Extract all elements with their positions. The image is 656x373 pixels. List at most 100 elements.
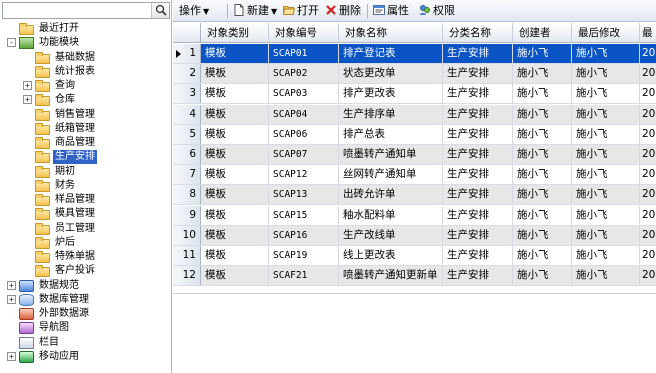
tree-item[interactable]: 外部数据源 bbox=[0, 307, 171, 321]
tree-item[interactable]: + 数据库管理 bbox=[0, 293, 171, 307]
expand-icon[interactable]: + bbox=[23, 81, 32, 90]
table-row[interactable]: 5 模板 SCAP06 排产总表 生产安排 施小飞 施小飞 20 bbox=[173, 124, 656, 145]
table-row[interactable]: 4 模板 SCAP04 生产排序单 生产安排 施小飞 施小飞 20 bbox=[173, 104, 656, 125]
table-row[interactable]: 1 模板 SCAP01 排产登记表 生产安排 施小飞 施小飞 20 bbox=[173, 44, 656, 64]
tree-item[interactable]: 财务 bbox=[0, 179, 171, 193]
grid-header: 对象类别 对象编号 对象名称 分类名称 创建者 最后修改 最 bbox=[173, 23, 656, 43]
expand-icon[interactable]: + bbox=[7, 294, 16, 304]
table-row[interactable]: 7 模板 SCAP12 丝网转产通知单 生产安排 施小飞 施小飞 20 bbox=[173, 165, 656, 186]
cell-creator: 施小飞 bbox=[513, 145, 572, 164]
cell-name: 排产更改表 bbox=[339, 84, 443, 104]
cell-code: SCAF21 bbox=[269, 266, 339, 286]
folder-icon bbox=[19, 23, 34, 35]
cell-type: 模板 bbox=[201, 225, 269, 245]
tree-item[interactable]: 样品管理 bbox=[0, 193, 171, 207]
tree-item[interactable]: - 功能模块 bbox=[0, 36, 171, 50]
cell-creator: 施小飞 bbox=[513, 165, 572, 185]
delete-icon bbox=[326, 5, 336, 15]
cell-modifier: 施小飞 bbox=[572, 64, 640, 84]
column-header-extra[interactable]: 最 bbox=[640, 23, 656, 43]
cell-name: 喷墨转产通知单 bbox=[339, 145, 443, 164]
delete-label: 删除 bbox=[339, 4, 361, 17]
tree-item-label: 样品管理 bbox=[55, 194, 95, 205]
cell-extra: 20 bbox=[642, 127, 656, 140]
tree-item[interactable]: 员工管理 bbox=[0, 222, 171, 236]
search-box[interactable] bbox=[2, 2, 170, 19]
tree-item[interactable]: 最近打开 bbox=[0, 22, 171, 36]
cell-extra: 20 bbox=[642, 87, 656, 100]
table-row[interactable]: 2 模板 SCAP02 状态更改单 生产安排 施小飞 施小飞 20 bbox=[173, 64, 656, 85]
table-row[interactable]: 11 模板 SCAP19 线上更改表 生产安排 施小飞 施小飞 20 bbox=[173, 246, 656, 266]
table-row[interactable]: 3 模板 SCAP03 排产更改表 生产安排 施小飞 施小飞 20 bbox=[173, 84, 656, 105]
tree-item[interactable]: 统计报表 bbox=[0, 65, 171, 79]
column-header-name[interactable]: 对象名称 bbox=[339, 23, 443, 43]
tree-item[interactable]: + 移动应用 bbox=[0, 350, 171, 364]
tree-item[interactable]: 栏目 bbox=[0, 336, 171, 350]
column-header-modifier[interactable]: 最后修改 bbox=[572, 23, 640, 43]
external-source-icon bbox=[19, 308, 34, 320]
column-header-category[interactable]: 分类名称 bbox=[443, 23, 513, 43]
permissions-button[interactable]: 权限 bbox=[419, 2, 455, 20]
table-row[interactable]: 10 模板 SCAP16 生产改线单 生产安排 施小飞 施小飞 20 bbox=[173, 225, 656, 246]
tree-item[interactable]: 基础数据 bbox=[0, 51, 171, 65]
tree-item[interactable]: 炉后 bbox=[0, 236, 171, 250]
tree-item[interactable]: 特殊单据 bbox=[0, 250, 171, 264]
column-header-code[interactable]: 对象编号 bbox=[269, 23, 339, 43]
properties-label: 属性 bbox=[387, 4, 409, 17]
tree-item[interactable]: + 查询 bbox=[0, 79, 171, 93]
table-row[interactable]: 9 模板 SCAP15 釉水配料单 生产安排 施小飞 施小飞 20 bbox=[173, 205, 656, 226]
cell-type: 模板 bbox=[201, 185, 269, 205]
expand-icon[interactable]: + bbox=[7, 351, 16, 361]
table-row[interactable]: 8 模板 SCAP13 出砖允许单 生产安排 施小飞 施小飞 20 bbox=[173, 185, 656, 206]
row-number-text: 1 bbox=[189, 47, 196, 59]
collapse-icon[interactable]: - bbox=[7, 38, 16, 48]
cell-code: SCAP04 bbox=[269, 104, 339, 124]
search-icon bbox=[155, 4, 167, 16]
tree-item[interactable]: 生产安排 bbox=[0, 150, 171, 165]
new-button[interactable]: 新建 ▼ bbox=[233, 2, 277, 20]
open-button[interactable]: 打开 bbox=[283, 2, 319, 20]
tree-item-label: 期初 bbox=[55, 165, 75, 177]
table-row[interactable]: 12 模板 SCAF21 喷墨转产通知更新单 生产安排 施小飞 施小飞 20 bbox=[173, 266, 656, 287]
tree-item[interactable]: 导航图 bbox=[0, 321, 171, 335]
cell-modifier: 施小飞 bbox=[572, 44, 640, 63]
tree-item[interactable]: 客户投诉 bbox=[0, 264, 171, 278]
tree-item[interactable]: 纸箱管理 bbox=[0, 122, 171, 136]
column-header-type[interactable]: 对象类别 bbox=[201, 23, 269, 43]
tree-item[interactable]: 模具管理 bbox=[0, 207, 171, 221]
search-button[interactable] bbox=[151, 3, 169, 18]
tree-item[interactable]: 期初 bbox=[0, 165, 171, 179]
delete-button[interactable]: 删除 bbox=[325, 2, 361, 20]
properties-button[interactable]: 属性 bbox=[373, 2, 409, 20]
column-header-creator[interactable]: 创建者 bbox=[513, 23, 572, 43]
data-rules-icon bbox=[19, 279, 34, 292]
cell-creator: 施小飞 bbox=[513, 124, 572, 144]
expand-icon[interactable]: + bbox=[7, 280, 16, 290]
row-number: 4 bbox=[173, 104, 201, 124]
operate-menu-button[interactable]: 操作 ▼ bbox=[179, 2, 209, 20]
folder-icon bbox=[35, 165, 50, 178]
tree-item-label: 最近打开 bbox=[39, 23, 79, 34]
expand-icon[interactable]: + bbox=[23, 95, 32, 105]
navigation-map-icon bbox=[19, 322, 34, 335]
toolbar-separator bbox=[227, 4, 228, 18]
cell-name: 排产总表 bbox=[339, 124, 443, 144]
cell-type: 模板 bbox=[201, 145, 269, 164]
tree-item-label: 员工管理 bbox=[55, 222, 95, 234]
cell-extra: 20 bbox=[642, 269, 656, 282]
object-grid[interactable]: 对象类别 对象编号 对象名称 分类名称 创建者 最后修改 最 1 模板 SCAP01… bbox=[173, 23, 656, 293]
cell-type: 模板 bbox=[201, 246, 269, 265]
folder-icon bbox=[35, 122, 50, 135]
cell-modifier: 施小飞 bbox=[572, 165, 640, 185]
folder-icon bbox=[35, 208, 50, 221]
tree-item[interactable]: + 仓库 bbox=[0, 93, 171, 107]
table-row[interactable]: 6 模板 SCAP07 喷墨转产通知单 生产安排 施小飞 施小飞 20 bbox=[173, 145, 656, 165]
cell-type: 模板 bbox=[201, 205, 269, 225]
folder-icon bbox=[35, 151, 50, 164]
tree-item[interactable]: + 数据规范 bbox=[0, 279, 171, 293]
folder-icon bbox=[35, 251, 50, 263]
tree-item[interactable]: 商品管理 bbox=[0, 136, 171, 150]
row-number: 5 bbox=[173, 124, 201, 144]
tree-item[interactable]: 销售管理 bbox=[0, 108, 171, 122]
cell-type: 模板 bbox=[201, 44, 269, 63]
